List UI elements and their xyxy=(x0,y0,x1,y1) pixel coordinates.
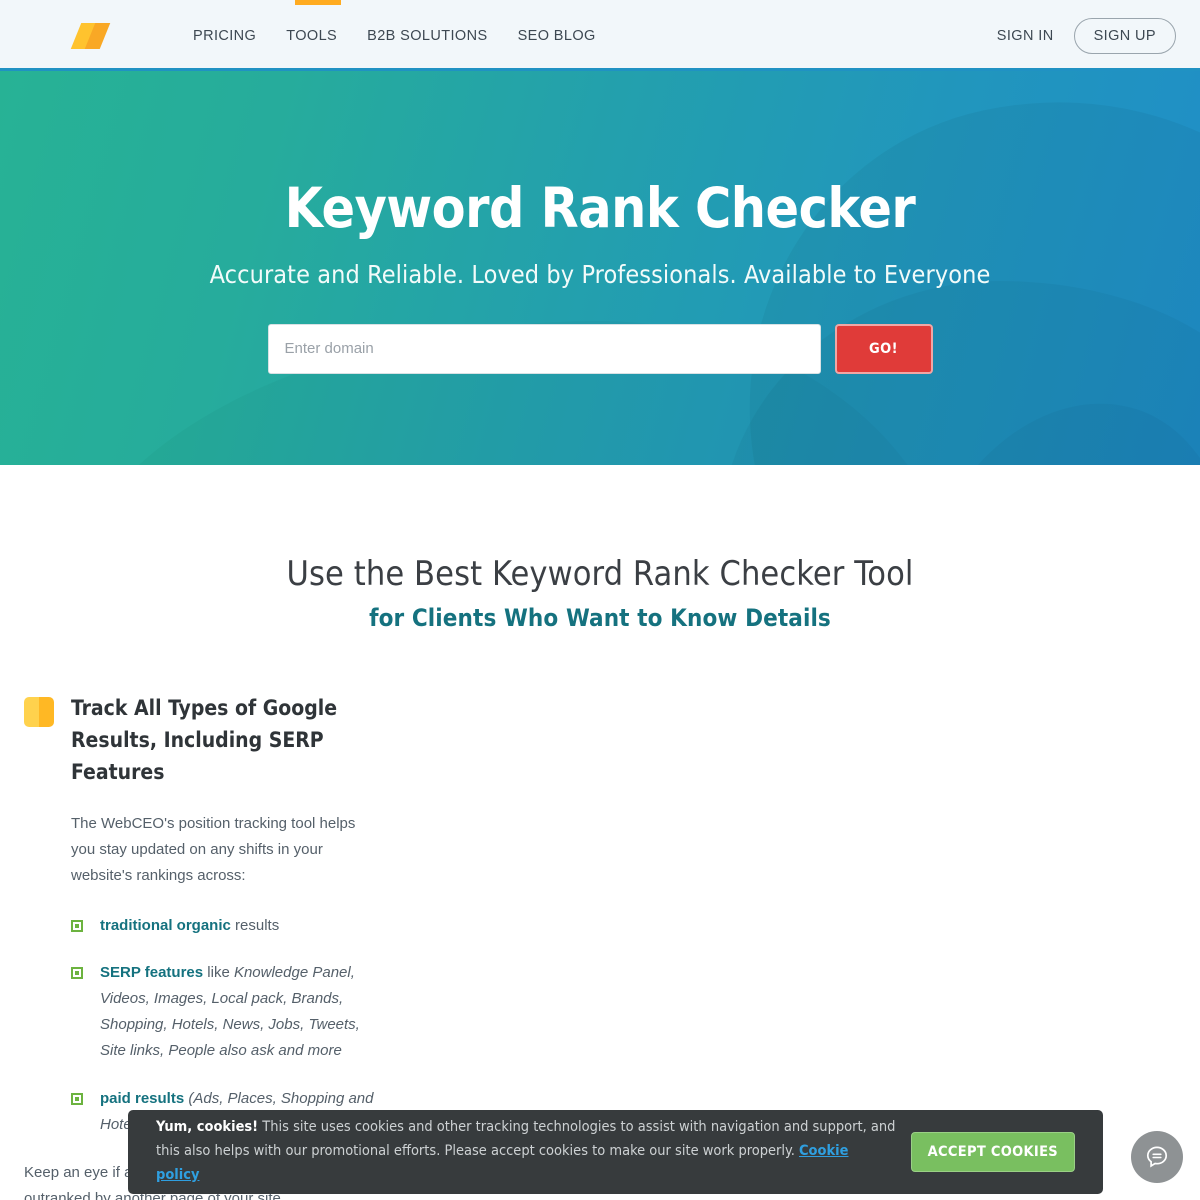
section-title: Use the Best Keyword Rank Checker Tool xyxy=(286,554,914,594)
nav-item-b2b-solutions[interactable]: B2B SOLUTIONS xyxy=(367,28,487,44)
cookie-headline: Yum, cookies! xyxy=(156,1119,259,1136)
section-heading-block: Use the Best Keyword Rank Checker Tool f… xyxy=(0,465,1200,632)
active-tab-indicator xyxy=(295,0,341,5)
sign-in-link[interactable]: SIGN IN xyxy=(997,28,1054,44)
feature-accent-block xyxy=(24,697,54,727)
bullet-square-icon xyxy=(71,919,83,932)
bullet-square-icon xyxy=(71,1093,83,1106)
main-nav: PRICING TOOLS B2B SOLUTIONS SEO BLOG xyxy=(193,28,596,44)
accept-cookies-button[interactable]: ACCEPT COOKIES xyxy=(910,1132,1075,1172)
bullet-square-icon xyxy=(71,967,83,980)
site-header: PRICING TOOLS B2B SOLUTIONS SEO BLOG SIG… xyxy=(0,0,1200,71)
sign-up-button[interactable]: SIGN UP xyxy=(1073,17,1176,54)
bullet-rest: results xyxy=(230,916,280,934)
nav-item-seo-blog[interactable]: SEO BLOG xyxy=(518,28,596,44)
bullet-strong: paid results xyxy=(100,1090,185,1108)
chat-widget-button[interactable] xyxy=(1131,1131,1183,1183)
webceo-logo[interactable] xyxy=(70,22,111,49)
section-subtitle: for Clients Who Want to Know Details xyxy=(369,604,831,632)
hero-content: Keyword Rank Checker Accurate and Reliab… xyxy=(0,71,1200,374)
cookie-consent-banner: Yum, cookies! This site uses cookies and… xyxy=(128,1110,1103,1194)
list-item: SERP features like Knowledge Panel, Vide… xyxy=(71,960,374,1064)
domain-input[interactable] xyxy=(267,323,821,374)
cookie-body: This site uses cookies and other trackin… xyxy=(156,1119,896,1160)
chat-bubble-icon xyxy=(1146,1146,1168,1168)
feature-heading-block: Track All Types of Google Results, Inclu… xyxy=(24,693,394,789)
hero-banner: Keyword Rank Checker Accurate and Reliab… xyxy=(0,71,1200,465)
feature-title: Track All Types of Google Results, Inclu… xyxy=(71,696,338,784)
cookie-text: Yum, cookies! This site uses cookies and… xyxy=(156,1116,896,1188)
header-underline xyxy=(0,68,1200,71)
bullet-strong: SERP features xyxy=(100,964,204,982)
main-content: Use the Best Keyword Rank Checker Tool f… xyxy=(0,465,1200,1200)
nav-item-pricing[interactable]: PRICING xyxy=(193,28,256,44)
go-button[interactable]: GO! xyxy=(834,323,933,374)
hero-decor-shape-4 xyxy=(828,361,1200,465)
bullet-rest: like xyxy=(203,964,234,982)
feature-bullet-list: traditional organic results SERP feature… xyxy=(71,913,394,1139)
hero-title: Keyword Rank Checker xyxy=(284,176,916,240)
header-actions: SIGN IN SIGN UP xyxy=(997,17,1176,54)
bullet-strong: traditional organic xyxy=(100,916,231,934)
nav-item-tools[interactable]: TOOLS xyxy=(286,28,337,44)
feature-paragraph: The WebCEO's position tracking tool help… xyxy=(71,814,356,884)
hero-subtitle: Accurate and Reliable. Loved by Professi… xyxy=(209,259,991,289)
page-root: PRICING TOOLS B2B SOLUTIONS SEO BLOG SIG… xyxy=(0,0,1200,1200)
domain-search-form: GO! xyxy=(0,323,1200,374)
list-item: traditional organic results xyxy=(71,913,374,939)
